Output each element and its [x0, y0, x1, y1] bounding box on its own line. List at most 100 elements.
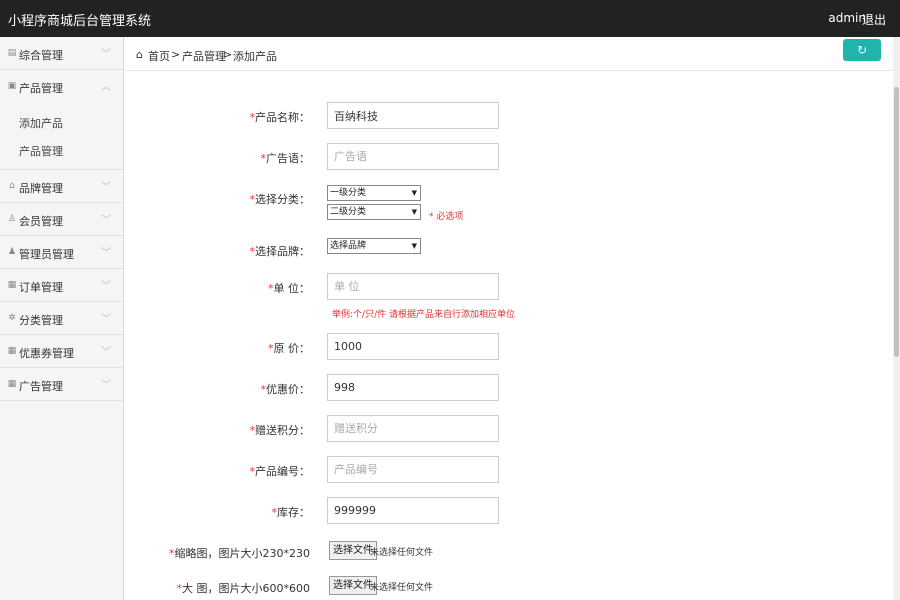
sidebar-item-members[interactable]: ♙ 会员管理 ﹀ [0, 203, 123, 236]
slogan-input[interactable] [327, 143, 499, 170]
gear-icon: ✲ [8, 313, 16, 323]
sidebar-item-label: 订单管理 [19, 281, 63, 294]
chevron-up-icon: ︿ [101, 82, 111, 93]
chevron-down-icon: ﹀ [101, 380, 111, 391]
breadcrumb-current: 添加产品 [233, 50, 277, 63]
label-text: 选择品牌： [255, 245, 310, 258]
bag-icon: ⌂ [9, 181, 15, 191]
price-label: *原 价： [268, 340, 310, 356]
select-value: 一级分类 [330, 188, 367, 198]
large-image-file-status: 未选择任何文件 [370, 583, 434, 593]
large-image-label: *大 图，图片大小600*600 [177, 580, 311, 596]
unit-label: *单 位： [268, 280, 310, 296]
select-value: 二级分类 [330, 207, 367, 217]
refresh-icon: ↻ [856, 43, 868, 57]
list-icon: ▦ [7, 280, 17, 290]
coupon-icon: ▦ [7, 346, 17, 356]
category-level2-select[interactable]: 二级分类 ▼ [327, 204, 421, 220]
label-text: 产品名称： [255, 111, 310, 124]
product-name-input[interactable] [327, 102, 499, 129]
sidebar-item-label: 品牌管理 [19, 182, 63, 195]
sidebar-item-brands[interactable]: ⌂ 品牌管理 ﹀ [0, 170, 123, 203]
breadcrumb-separator: > [171, 48, 181, 61]
sidebar-submenu-products: 添加产品 产品管理 [0, 103, 123, 170]
required-hint: * 必选项 [429, 212, 464, 222]
label-text: 原 价： [273, 342, 311, 355]
label-text: 广告语： [266, 152, 310, 165]
select-value: 选择品牌 [330, 241, 367, 251]
dropdown-arrow-icon: ▼ [411, 242, 417, 250]
thumbnail-label: *缩略图，图片大小230*230 [169, 545, 310, 561]
app-title: 小程序商城后台管理系统 [8, 14, 152, 29]
refresh-button[interactable]: ↻ [843, 39, 881, 61]
sidebar-item-products[interactable]: ▣ 产品管理 ︿ [0, 70, 123, 103]
chevron-down-icon: ﹀ [101, 314, 111, 325]
price-input[interactable] [327, 333, 499, 360]
vertical-scrollbar[interactable] [893, 37, 900, 600]
ad-icon: ▦ [7, 379, 17, 389]
label-text: 选择分类： [255, 193, 310, 206]
chevron-down-icon: ﹀ [101, 347, 111, 358]
sidebar-item-general[interactable]: ▤ 综合管理 ﹀ [0, 37, 123, 70]
points-input[interactable] [327, 415, 499, 442]
sale-price-input[interactable] [327, 374, 499, 401]
sidebar-item-categories[interactable]: ✲ 分类管理 ﹀ [0, 302, 123, 335]
breadcrumb-separator: > [223, 48, 233, 61]
thumbnail-file-status: 未选择任何文件 [370, 548, 434, 558]
sidebar-item-label: 分类管理 [19, 314, 63, 327]
sidebar-subitem-label: 添加产品 [19, 117, 63, 130]
sidebar-item-orders[interactable]: ▦ 订单管理 ﹀ [0, 269, 123, 302]
sidebar-item-admins[interactable]: ♟ 管理员管理 ﹀ [0, 236, 123, 269]
label-text: 产品编号： [255, 465, 310, 478]
chevron-down-icon: ﹀ [101, 182, 111, 193]
label-text: 缩略图，图片大小230*230 [174, 547, 311, 560]
sidebar-item-label: 会员管理 [19, 215, 63, 228]
sidebar-item-label: 管理员管理 [19, 248, 74, 261]
breadcrumb-home[interactable]: 首页 [148, 48, 170, 64]
chevron-down-icon: ﹀ [101, 281, 111, 292]
sidebar-item-label: 广告管理 [19, 380, 63, 393]
admin-icon: ♟ [7, 247, 17, 257]
name-label: *产品名称： [250, 109, 311, 125]
sidebar-item-coupons[interactable]: ▦ 优惠券管理 ﹀ [0, 335, 123, 368]
sku-input[interactable] [327, 456, 499, 483]
scrollbar-thumb[interactable] [894, 87, 899, 357]
home-icon[interactable]: ⌂ [136, 48, 143, 61]
label-text: 大 图，图片大小600*600 [182, 582, 310, 595]
breadcrumb-section[interactable]: 产品管理 [182, 48, 226, 64]
top-bar: 小程序商城后台管理系统 admin 退出 [0, 0, 900, 37]
dropdown-arrow-icon: ▼ [411, 208, 417, 216]
points-label: *赠送积分： [250, 422, 311, 438]
unit-hint: 举例:个/只/件 请根据产品来自行添加相应单位 [332, 310, 515, 320]
slogan-label: *广告语： [261, 150, 311, 166]
brand-label: *选择品牌： [250, 243, 311, 259]
sidebar: ▤ 综合管理 ﹀ ▣ 产品管理 ︿ 添加产品 产品管理 ⌂ 品牌管理 ﹀ ♙ 会… [0, 37, 124, 600]
user-icon: ♙ [7, 214, 17, 224]
category-label: *选择分类： [250, 191, 311, 207]
sidebar-item-label: 优惠券管理 [19, 347, 74, 360]
label-text: 库存： [277, 506, 310, 519]
label-text: 单 位： [273, 282, 311, 295]
chevron-down-icon: ﹀ [101, 49, 111, 60]
stock-input[interactable] [327, 497, 499, 524]
doc-icon: ▤ [7, 48, 17, 58]
logout-link[interactable]: 退出 [862, 11, 886, 28]
sidebar-item-label: 产品管理 [19, 82, 63, 95]
breadcrumb: ⌂ 首页 > 产品管理 > 添加产品 ↻ [125, 37, 893, 71]
sidebar-item-ads[interactable]: ▦ 广告管理 ﹀ [0, 368, 123, 401]
sidebar-subitem-product-manage[interactable]: 产品管理 [0, 135, 123, 163]
sidebar-item-label: 综合管理 [19, 49, 63, 62]
box-icon: ▣ [7, 81, 17, 91]
dropdown-arrow-icon: ▼ [411, 189, 417, 197]
sidebar-subitem-label: 产品管理 [19, 145, 63, 158]
label-text: 赠送积分： [255, 424, 310, 437]
sidebar-subitem-add-product[interactable]: 添加产品 [0, 107, 123, 135]
chevron-down-icon: ﹀ [101, 215, 111, 226]
chevron-down-icon: ﹀ [101, 248, 111, 259]
category-level1-select[interactable]: 一级分类 ▼ [327, 185, 421, 201]
main-content: ⌂ 首页 > 产品管理 > 添加产品 ↻ *产品名称： *广告语： *选择分类：… [125, 37, 893, 600]
unit-input[interactable] [327, 273, 499, 300]
sku-label: *产品编号： [250, 463, 311, 479]
brand-select[interactable]: 选择品牌 ▼ [327, 238, 421, 254]
username: admin [828, 11, 866, 25]
